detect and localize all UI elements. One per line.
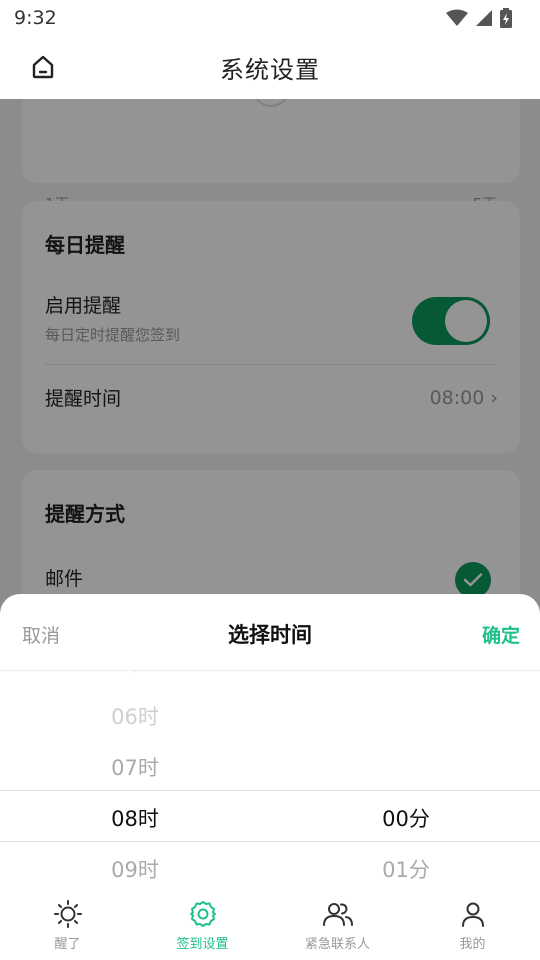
picker-minute-selected[interactable]: 00分	[306, 803, 506, 833]
picker-minute-item[interactable]: 01分	[306, 854, 506, 884]
tab-awake[interactable]: 醒了	[0, 888, 135, 960]
status-icons	[446, 8, 512, 28]
confirm-button[interactable]: 确定	[482, 621, 520, 648]
bottom-tab-bar: 醒了 签到设置 紧急联系人 我的	[0, 888, 540, 960]
picker-hour-item[interactable]: 07时	[35, 752, 235, 782]
picker-hour-faded: ·	[132, 671, 138, 681]
picker-hour-item[interactable]: 09时	[35, 854, 235, 884]
wifi-icon	[446, 9, 468, 26]
time-picker[interactable]: · 06时 07时 08时 00分 09时 01分	[0, 671, 540, 887]
tab-awake-label: 醒了	[54, 937, 81, 952]
home-button[interactable]	[26, 50, 60, 84]
picker-selection-bottom	[0, 841, 540, 842]
sheet-title: 选择时间	[228, 623, 312, 647]
signal-icon	[476, 10, 492, 26]
battery-icon	[500, 8, 512, 28]
tab-mine[interactable]: 我的	[405, 888, 540, 960]
home-icon	[32, 55, 54, 79]
tab-checkin-settings[interactable]: 签到设置	[135, 888, 270, 960]
status-time: 9:32	[14, 7, 57, 29]
picker-hour-item[interactable]: 06时	[35, 701, 235, 731]
sheet-header: 取消 选择时间 确定	[0, 594, 540, 671]
picker-hour-selected[interactable]: 08时	[35, 803, 235, 833]
person-icon	[461, 902, 484, 927]
tab-emergency-contacts-label: 紧急联系人	[304, 937, 370, 952]
picker-selection-top	[0, 790, 540, 791]
app-header: 系统设置	[0, 36, 540, 99]
tab-emergency-contacts[interactable]: 紧急联系人	[270, 888, 405, 960]
tab-checkin-settings-label: 签到设置	[176, 937, 229, 952]
status-bar: 9:32	[0, 0, 540, 36]
tab-mine-label: 我的	[459, 937, 486, 952]
gear-icon	[189, 901, 216, 927]
page-title: 系统设置	[220, 56, 320, 84]
sun-icon	[53, 900, 82, 928]
contacts-icon	[322, 903, 353, 926]
